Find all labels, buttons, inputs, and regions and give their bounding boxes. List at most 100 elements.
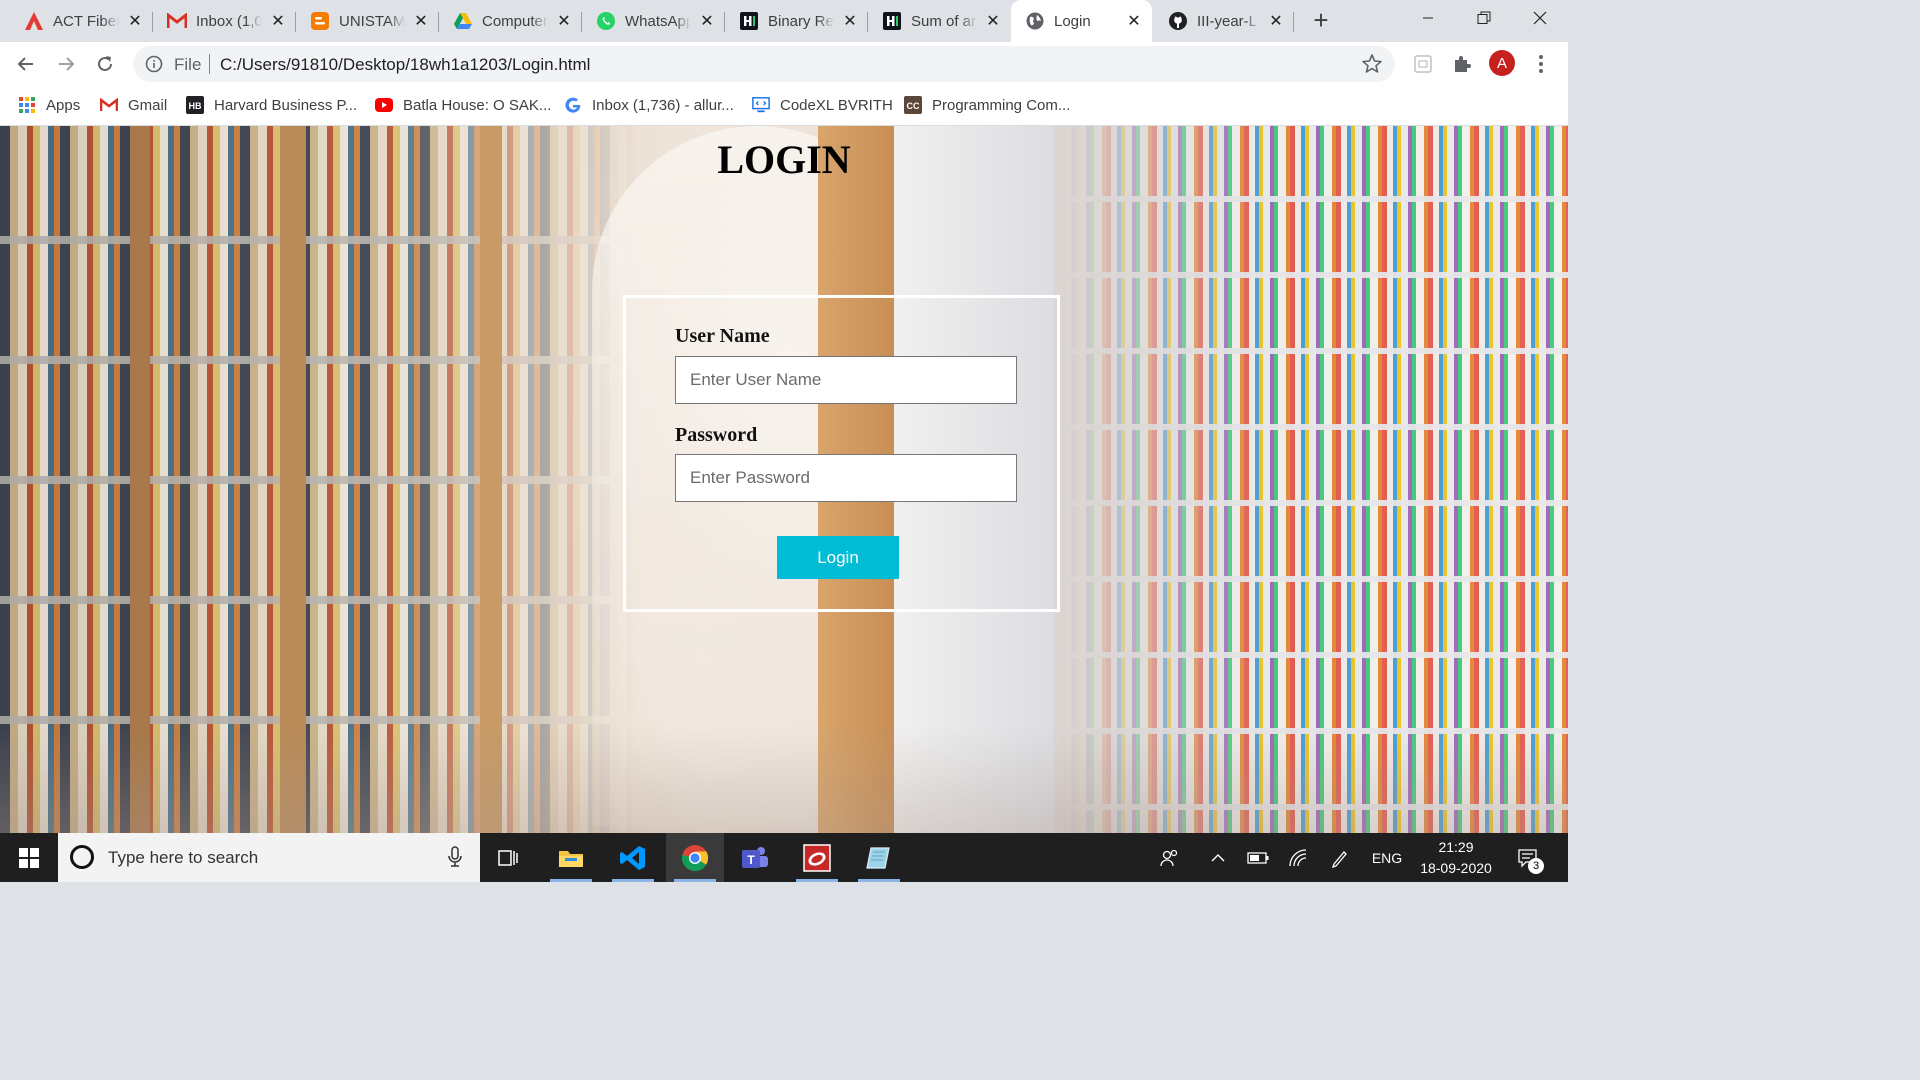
show-hidden-icons-button[interactable]: [1206, 833, 1230, 882]
clock-date: 18-09-2020: [1420, 860, 1492, 876]
notification-count-badge: 3: [1528, 858, 1544, 874]
start-button[interactable]: [0, 833, 58, 882]
tab-drive-computer[interactable]: Computer ✕: [439, 0, 582, 42]
svg-text:HB: HB: [189, 101, 202, 111]
taskbar-chrome[interactable]: [666, 833, 724, 882]
bookmark-codexl[interactable]: CodeXL BVRITH: [752, 94, 893, 116]
microphone-icon[interactable]: [446, 846, 464, 868]
battery-icon: [1247, 851, 1269, 864]
tab-binary-re[interactable]: Binary Re ✕: [725, 0, 868, 42]
wifi-icon: [1289, 848, 1307, 866]
app-notebook-icon: [866, 846, 890, 869]
close-icon[interactable]: ✕: [268, 11, 288, 31]
close-icon[interactable]: ✕: [1266, 11, 1286, 31]
chrome-icon: [681, 844, 709, 871]
login-button[interactable]: Login: [777, 536, 899, 579]
profile-avatar[interactable]: A: [1489, 50, 1515, 76]
tab-sum-of-ar[interactable]: Sum of ar ✕: [868, 0, 1011, 42]
teams-icon: T: [742, 846, 768, 868]
bookmark-star-icon[interactable]: [1361, 53, 1383, 75]
extension-button[interactable]: [1411, 52, 1435, 76]
restore-button[interactable]: [1456, 0, 1512, 36]
hackerrank-icon: [882, 11, 902, 31]
taskbar-clock[interactable]: 21:29 18-09-2020: [1410, 837, 1502, 879]
apps-grid-icon: [18, 96, 36, 114]
taskbar-search-box[interactable]: Type here to search: [58, 833, 480, 882]
back-button[interactable]: [10, 48, 42, 80]
globe-icon: [1025, 11, 1045, 31]
windows-logo-icon: [19, 847, 39, 868]
bookmark-programming[interactable]: CC Programming Com...: [904, 94, 1070, 116]
bookmark-harvard-business[interactable]: HB Harvard Business P...: [186, 94, 357, 116]
puzzle-icon: [1455, 56, 1471, 72]
bookmark-inbox[interactable]: Inbox (1,736) - allur...: [564, 94, 734, 116]
close-icon[interactable]: ✕: [125, 11, 145, 31]
drive-icon: [453, 11, 473, 31]
close-icon[interactable]: ✕: [411, 11, 431, 31]
forward-button[interactable]: [50, 48, 82, 80]
restore-icon: [1477, 11, 1491, 24]
close-icon[interactable]: ✕: [554, 11, 574, 31]
task-view-button[interactable]: [480, 833, 538, 882]
extensions-menu-button[interactable]: [1450, 52, 1474, 76]
bookmark-label: Inbox (1,736) - allur...: [592, 96, 734, 114]
people-icon: [1160, 849, 1178, 866]
bookmark-youtube[interactable]: Batla House: O SAK...: [375, 94, 551, 116]
tab-gmail-inbox[interactable]: Inbox (1,0 ✕: [153, 0, 296, 42]
bookmarks-bar: Apps Gmail HB Harvard Business P... Batl…: [0, 86, 1568, 126]
minimize-icon: [1423, 17, 1433, 19]
network-button[interactable]: [1284, 833, 1312, 882]
taskbar-notebook-app[interactable]: [850, 833, 908, 882]
action-center-button[interactable]: 3: [1512, 833, 1544, 882]
app-red-icon: [803, 843, 831, 872]
tab-github[interactable]: III-year-L ✕: [1154, 0, 1294, 42]
taskbar-red-app[interactable]: [788, 833, 846, 882]
username-input[interactable]: [675, 356, 1017, 404]
task-view-icon: [498, 849, 518, 866]
new-tab-button[interactable]: +: [1308, 7, 1334, 34]
bookmark-label: Programming Com...: [932, 96, 1071, 114]
tab-title: ACT Fiber: [53, 12, 119, 30]
youtube-icon: [375, 96, 393, 114]
address-url[interactable]: C:/Users/91810/Desktop/18wh1a1203/Login.…: [220, 55, 590, 75]
chevron-up-icon: [1211, 853, 1225, 861]
back-arrow-icon: [17, 57, 33, 71]
people-button[interactable]: [1156, 833, 1184, 882]
bookmark-apps[interactable]: Apps: [18, 94, 80, 116]
gmail-icon: [167, 11, 187, 31]
svg-text:T: T: [747, 853, 755, 867]
tab-title: UNISTAM: [339, 12, 405, 30]
close-window-button[interactable]: [1512, 0, 1568, 36]
tab-whatsapp[interactable]: WhatsApp ✕: [582, 0, 725, 42]
taskbar-file-explorer[interactable]: [542, 833, 600, 882]
browser-toolbar: File C:/Users/91810/Desktop/18wh1a1203/L…: [0, 42, 1568, 86]
close-icon[interactable]: ✕: [697, 11, 717, 31]
info-icon[interactable]: [145, 55, 163, 73]
tab-title: Login: [1054, 12, 1091, 30]
taskbar-search-placeholder: Type here to search: [108, 848, 259, 867]
taskbar-vscode[interactable]: [604, 833, 662, 882]
taskbar-teams[interactable]: T: [726, 833, 784, 882]
tab-title: Inbox (1,0: [196, 12, 262, 30]
tab-unistam[interactable]: UNISTAM ✕: [296, 0, 439, 42]
input-language[interactable]: ENG: [1368, 833, 1406, 882]
reload-button[interactable]: [89, 48, 121, 80]
bookmark-label: Batla House: O SAK...: [403, 96, 552, 114]
close-icon[interactable]: ✕: [1124, 11, 1144, 31]
battery-button[interactable]: [1244, 833, 1272, 882]
pen-workspace-button[interactable]: [1326, 833, 1354, 882]
tab-title: Binary Re: [768, 12, 834, 30]
codexl-icon: [752, 96, 770, 114]
browser-menu-button[interactable]: [1529, 52, 1553, 76]
password-input[interactable]: [675, 454, 1017, 502]
kebab-menu-icon: [1539, 55, 1543, 73]
close-icon[interactable]: ✕: [840, 11, 860, 31]
address-bar[interactable]: File C:/Users/91810/Desktop/18wh1a1203/L…: [133, 46, 1395, 82]
screen: ACT Fiber ✕ Inbox (1,0 ✕ UNISTAM ✕ Compu…: [0, 0, 1568, 882]
tab-login[interactable]: Login ✕: [1011, 0, 1152, 42]
close-icon[interactable]: ✕: [983, 11, 1003, 31]
login-page: LOGIN User Name Password Login: [0, 126, 1568, 833]
bookmark-gmail[interactable]: Gmail: [100, 94, 167, 116]
tab-act-fiber[interactable]: ACT Fiber ✕: [10, 0, 153, 42]
minimize-button[interactable]: [1400, 0, 1456, 36]
